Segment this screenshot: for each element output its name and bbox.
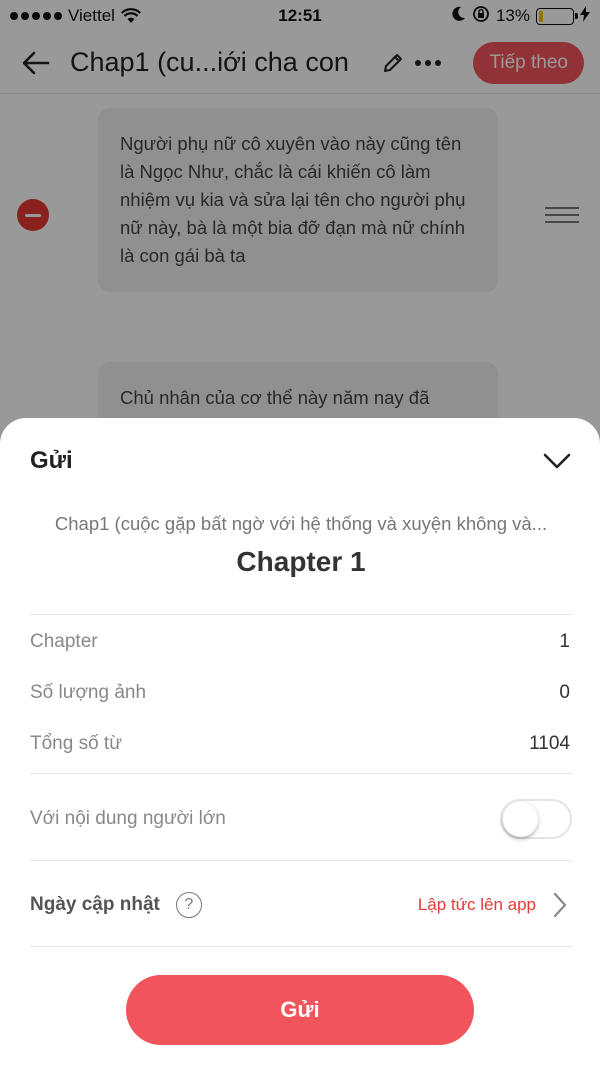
chapter-value: 1: [559, 631, 570, 652]
adult-content-row: Với nội dung người lớn: [30, 799, 572, 839]
toggle-knob: [503, 802, 538, 837]
word-count-value: 1104: [529, 733, 570, 754]
chevron-right-icon[interactable]: [548, 890, 572, 920]
divider: [30, 614, 572, 615]
image-count-row: Số lượng ảnh 0: [30, 678, 570, 708]
divider: [30, 773, 572, 774]
publish-sheet: Gửi Chap1 (cuộc gặp bất ngờ với hệ thống…: [0, 418, 600, 1067]
chevron-down-icon[interactable]: [542, 451, 572, 471]
story-title: Chap1 (cuộc gặp bất ngờ với hệ thống và …: [54, 513, 548, 534]
chapter-label: Chapter: [30, 631, 98, 652]
image-count-label: Số lượng ảnh: [30, 682, 147, 703]
word-count-label: Tổng số từ: [30, 733, 122, 754]
image-count-value: 0: [559, 682, 570, 703]
sheet-header: Gửi: [30, 446, 572, 476]
word-count-row: Tổng số từ 1104: [30, 729, 570, 759]
divider: [30, 946, 572, 947]
adult-content-label: Với nội dung người lớn: [30, 808, 226, 829]
divider: [30, 860, 572, 861]
chapter-heading: Chapter 1: [236, 546, 366, 577]
update-date-label: Ngày cập nhật: [30, 894, 160, 915]
sheet-title: Gửi: [30, 447, 73, 474]
chapter-row: Chapter 1: [30, 627, 570, 657]
update-date-value[interactable]: Lập tức lên app: [418, 895, 536, 915]
help-icon[interactable]: ?: [175, 892, 202, 918]
update-date-row[interactable]: Ngày cập nhật ? Lập tức lên app: [30, 888, 572, 922]
adult-content-toggle[interactable]: [500, 799, 572, 839]
send-button[interactable]: Gửi: [126, 975, 474, 1045]
